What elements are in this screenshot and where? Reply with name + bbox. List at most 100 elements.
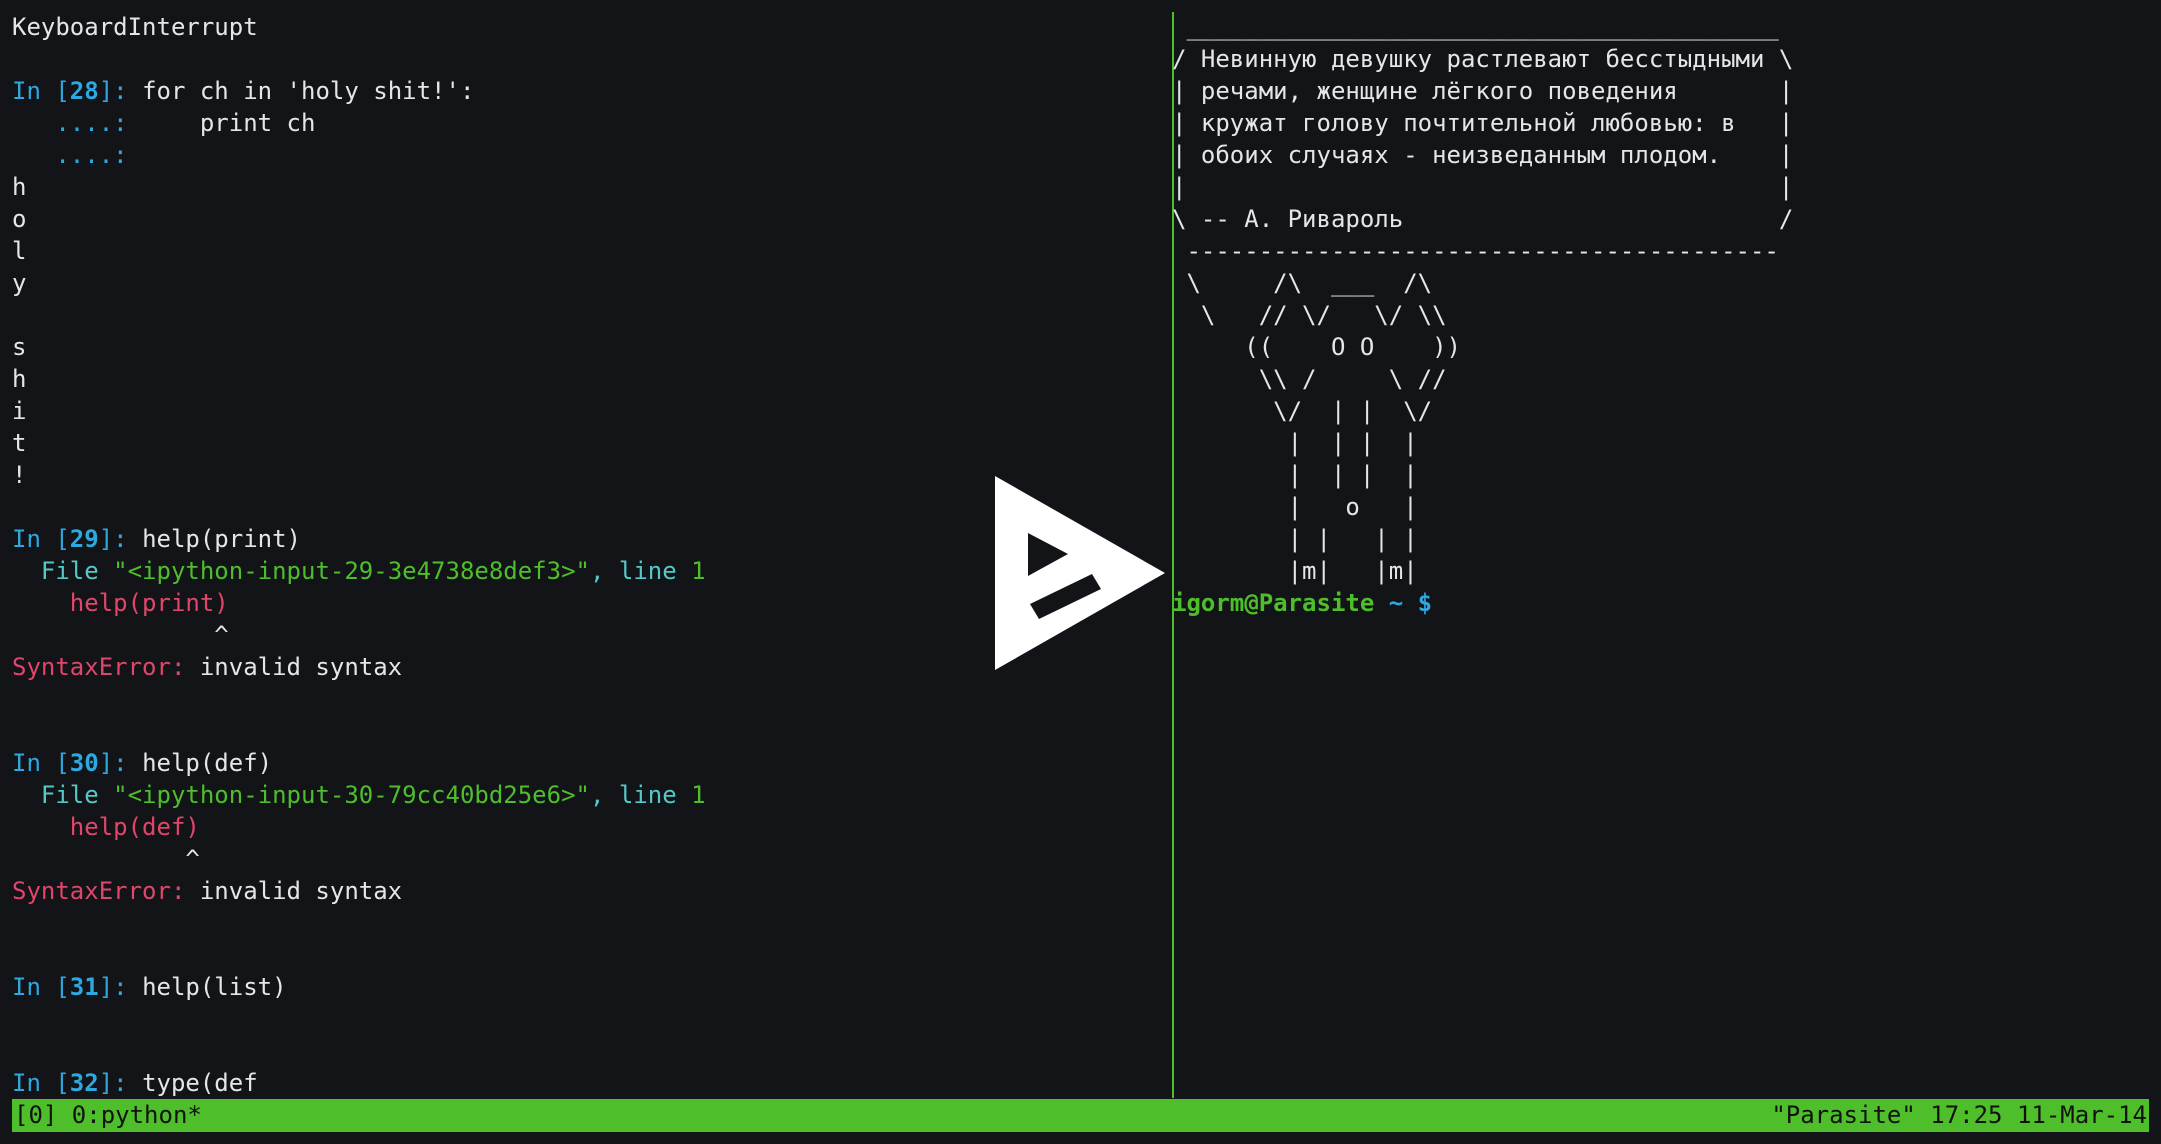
terminal-text: invalid syntax <box>185 877 403 905</box>
shell-line: | | | | <box>1172 523 2161 555</box>
shell-line: | o | <box>1172 491 2161 523</box>
tmux-status-bar: [0] 0:python* "Parasite" 17:25 11-Mar-14 <box>12 1099 2149 1132</box>
terminal-text: 32 <box>69 1069 99 1097</box>
shell-line: | | <box>1172 171 2161 203</box>
ipython-line: s <box>12 331 1162 363</box>
ipython-line: In [28]: for ch in 'holy shit!': <box>12 75 1162 107</box>
shell-line: igorm@Parasite ~ $ <box>1172 587 2161 619</box>
terminal-text: | обоих случаях - неизведанным плодом. | <box>1172 141 1794 169</box>
terminal-text: "<ipython-input-29-3e4738e8def3>" <box>113 557 590 585</box>
ipython-line: SyntaxError: invalid syntax <box>12 875 1162 907</box>
ipython-line <box>12 1003 1162 1035</box>
terminal-text: ]: <box>98 973 143 1001</box>
terminal-text: 1 <box>691 781 706 809</box>
ipython-line <box>12 299 1162 331</box>
terminal-text: (( O O )) <box>1172 333 1461 361</box>
shell-line: | речами, женщине лёгкого поведения | <box>1172 75 2161 107</box>
terminal-text: o <box>12 205 27 233</box>
ipython-line: l <box>12 235 1162 267</box>
ipython-line: File "<ipython-input-29-3e4738e8def3>", … <box>12 555 1162 587</box>
tmux-window-list[interactable]: [0] 0:python* <box>12 1099 202 1132</box>
terminal-text: y <box>12 269 27 297</box>
terminal-text: | | | | <box>1172 461 1418 489</box>
shell-line: \ -- А. Ривароль / <box>1172 203 2161 235</box>
shell-line: / Невинную девушку растлевают бесстыдным… <box>1172 43 2161 75</box>
terminal-text: for ch in 'holy shit!': <box>142 77 475 105</box>
terminal-text: In [ <box>12 77 70 105</box>
ipython-line: ^ <box>12 843 1162 875</box>
terminal-text: ....: <box>12 109 128 137</box>
terminal-text: \/ | | \/ <box>1172 397 1433 425</box>
terminal-text: help(list) <box>142 973 287 1001</box>
terminal-text: i <box>12 397 27 425</box>
terminal-text: \ -- А. Ривароль / <box>1172 205 1794 233</box>
ipython-terminal-pane[interactable]: KeyboardInterrupt In [28]: for ch in 'hol… <box>12 0 1162 1098</box>
terminal-text: t <box>12 429 27 457</box>
ipython-line: y <box>12 267 1162 299</box>
terminal-text: help(print) <box>12 589 229 617</box>
ipython-line: In [32]: type(def <box>12 1067 1162 1098</box>
ipython-line <box>12 907 1162 939</box>
ipython-line <box>12 715 1162 747</box>
terminal-text: , line <box>589 557 692 585</box>
terminal-text: ________________________________________… <box>1172 13 1779 41</box>
ipython-line: help(def) <box>12 811 1162 843</box>
terminal-text: In [ <box>12 973 70 1001</box>
ipython-line: h <box>12 171 1162 203</box>
ipython-line: ^ <box>12 619 1162 651</box>
terminal-text: ! <box>12 461 27 489</box>
shell-line: | | | | <box>1172 427 2161 459</box>
ipython-line <box>12 491 1162 523</box>
terminal-text: 29 <box>69 525 99 553</box>
terminal-text: File <box>12 557 114 585</box>
terminal-text: 31 <box>69 973 99 1001</box>
shell-line: | обоих случаях - неизведанным плодом. | <box>1172 139 2161 171</box>
terminal-text: | | <box>1172 173 1794 201</box>
terminal-text: invalid syntax <box>185 653 403 681</box>
ipython-line <box>12 43 1162 75</box>
ipython-line: h <box>12 363 1162 395</box>
terminal-text: 30 <box>69 749 99 777</box>
terminal-text: KeyboardInterrupt <box>12 13 258 41</box>
ipython-line: In [31]: help(list) <box>12 971 1162 1003</box>
play-icon[interactable] <box>995 476 1165 670</box>
shell-line: \ // \/ \/ \\ <box>1172 299 2161 331</box>
terminal-text: 1 <box>691 557 706 585</box>
terminal-text: \ // \/ \/ \\ <box>1172 301 1447 329</box>
terminal-text: ....: <box>12 141 128 169</box>
terminal-text: In [ <box>12 1069 70 1097</box>
shell-line: | кружат голову почтительной любовью: в … <box>1172 107 2161 139</box>
terminal-text: ^ <box>12 845 200 873</box>
ipython-line: File "<ipython-input-30-79cc40bd25e6>", … <box>12 779 1162 811</box>
terminal-text: \\ / \ // <box>1172 365 1447 393</box>
terminal-text: ^ <box>12 621 229 649</box>
terminal-text: igorm@Parasite <box>1172 589 1375 617</box>
terminal-text: ~ $ <box>1374 589 1433 617</box>
shell-terminal-pane[interactable]: ________________________________________… <box>1172 0 2161 1098</box>
terminal-text: ]: <box>98 525 143 553</box>
terminal-text: print ch <box>127 109 316 137</box>
terminal-text: \ /\ ___ /\ <box>1172 269 1433 297</box>
ipython-line <box>12 1035 1162 1067</box>
shell-line: | | | | <box>1172 459 2161 491</box>
ipython-line <box>12 683 1162 715</box>
shell-line: \ /\ ___ /\ <box>1172 267 2161 299</box>
shell-line: \/ | | \/ <box>1172 395 2161 427</box>
terminal-text: , line <box>589 781 692 809</box>
ipython-line: In [29]: help(print) <box>12 523 1162 555</box>
ipython-line: SyntaxError: invalid syntax <box>12 651 1162 683</box>
terminal-text: | речами, женщине лёгкого поведения | <box>1172 77 1794 105</box>
terminal-text: h <box>12 365 27 393</box>
terminal-text: ]: <box>98 1069 143 1097</box>
ipython-line: In [30]: help(def) <box>12 747 1162 779</box>
shell-line: ----------------------------------------… <box>1172 235 2161 267</box>
play-triangle <box>995 476 1165 670</box>
terminal-text: 28 <box>69 77 99 105</box>
terminal-text: / Невинную девушку растлевают бесстыдным… <box>1172 45 1794 73</box>
shell-line: |m| |m| <box>1172 555 2161 587</box>
terminal-text: help(def) <box>12 813 200 841</box>
shell-line: ________________________________________… <box>1172 11 2161 43</box>
ipython-line <box>12 939 1162 971</box>
terminal-text: type(def <box>142 1069 258 1097</box>
terminal-text: ----------------------------------------… <box>1172 237 1779 265</box>
